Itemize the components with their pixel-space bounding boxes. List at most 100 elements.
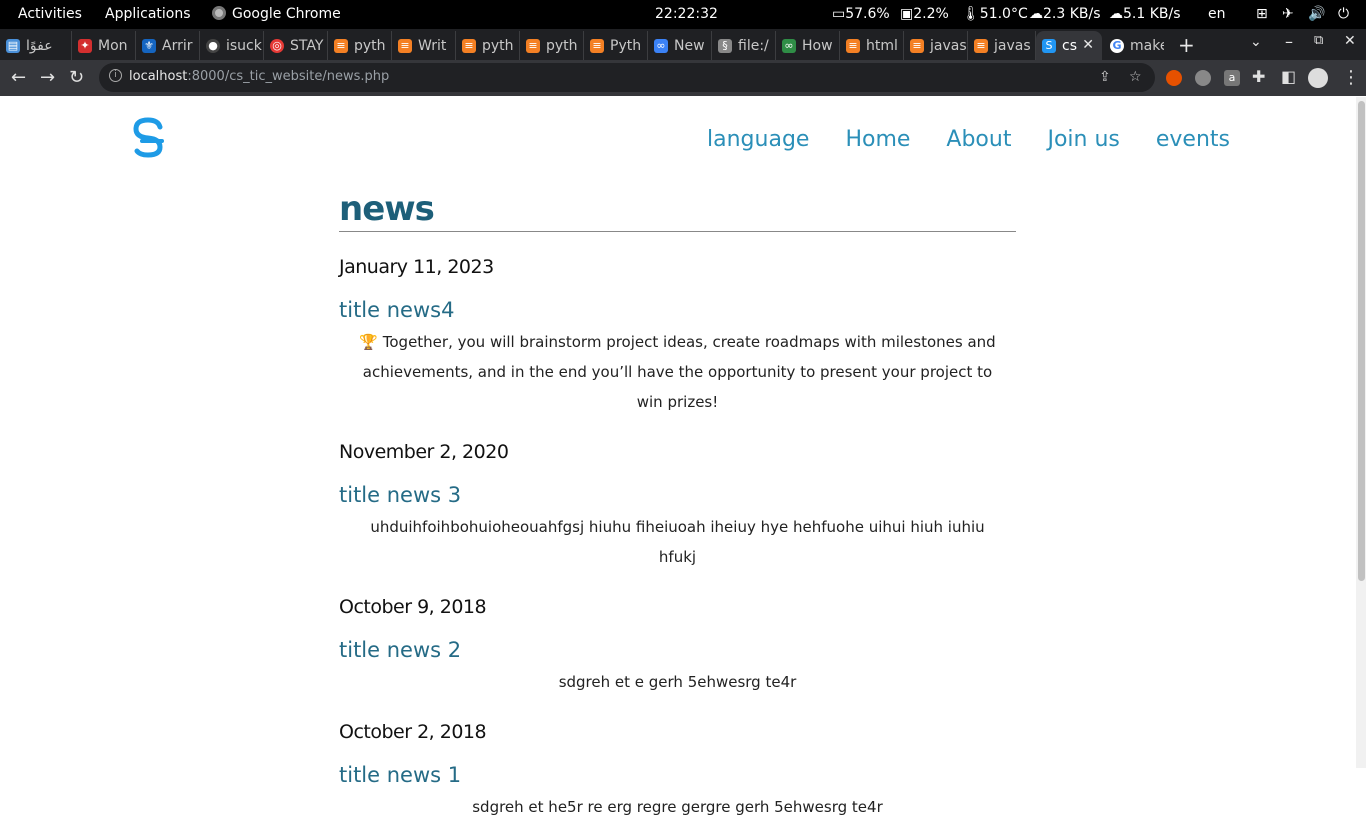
tab-search-icon[interactable]: ⌄	[1250, 34, 1262, 50]
stackoverflow-icon: ≡	[398, 38, 412, 53]
bookmark-star-icon[interactable]: ☆	[1129, 69, 1142, 85]
web-page: language Home About Join us events news …	[0, 97, 1356, 816]
close-tab-icon[interactable]: ✕	[1082, 37, 1094, 53]
extensions-puzzle-icon[interactable]: ✚	[1252, 67, 1265, 86]
title-divider	[339, 231, 1016, 232]
nav-events[interactable]: events	[1156, 127, 1230, 152]
browser-tab[interactable]: ▤ عفوًا	[0, 31, 72, 60]
nav-about[interactable]: About	[946, 127, 1011, 152]
browser-tab[interactable]: ≡ pyth	[328, 31, 392, 60]
url-text[interactable]: localhost:8000/cs_tic_website/news.php	[129, 69, 389, 84]
news-item: October 9, 2018 title news 2 sdgreh et e…	[339, 594, 1016, 697]
network-icon[interactable]: ⊞	[1256, 6, 1268, 22]
profile-avatar[interactable]	[1308, 68, 1328, 88]
news-body: uhduihfoihbohuioheouahfgsj hiuhu fiheiuo…	[370, 518, 985, 566]
forward-icon[interactable]: →	[40, 67, 55, 88]
fleur-de-lis-icon: ⚜	[142, 38, 156, 53]
page-title: news	[339, 189, 435, 229]
chrome-icon	[212, 6, 226, 20]
github-icon: ●	[206, 38, 220, 53]
news-item: November 2, 2020 title news 3 uhduihfoih…	[339, 439, 1016, 572]
site-logo-icon: S	[1042, 38, 1056, 53]
temperature-status: 🌡51.0°C	[962, 6, 1028, 22]
keyboard-layout[interactable]: en	[1208, 6, 1226, 22]
site-info-icon[interactable]: i	[109, 69, 122, 82]
news-title: title news 1	[339, 763, 462, 787]
battery-status: ▭57.6%	[832, 6, 890, 22]
browser-tab[interactable]: ≡ pyth	[520, 31, 584, 60]
nav-home[interactable]: Home	[845, 127, 910, 152]
stackoverflow-icon: ≡	[526, 38, 540, 53]
clock[interactable]: 22:22:32	[655, 6, 718, 22]
browser-tab-active[interactable]: Scs ✕	[1036, 31, 1102, 60]
geeks-icon: ∞	[782, 38, 796, 53]
back-icon[interactable]: ←	[11, 67, 26, 88]
applications-menu[interactable]: Applications	[105, 6, 191, 22]
browser-tab[interactable]: ● isuck	[200, 31, 264, 60]
side-panel-icon[interactable]: ◧	[1281, 67, 1296, 86]
target-icon: ◎	[270, 38, 284, 53]
news-content: news January 11, 2023 title news4 🏆 Toge…	[339, 189, 1016, 822]
nav-join-us[interactable]: Join us	[1047, 127, 1119, 152]
volume-icon[interactable]: 🔊	[1308, 6, 1325, 22]
site-logo-icon[interactable]	[128, 117, 170, 159]
news-body: sdgreh et he5r re erg regre gergre gerh …	[472, 798, 883, 816]
browser-tab[interactable]: ∞ New	[648, 31, 712, 60]
news-body: sdgreh et e gerh 5ehwesrg te4r	[558, 673, 797, 691]
power-icon[interactable]: ⏻	[1338, 6, 1349, 22]
app-menu[interactable]: Google Chrome	[212, 6, 341, 22]
browser-tab[interactable]: § file:/	[712, 31, 776, 60]
news-item: January 11, 2023 title news4 🏆 Together,…	[339, 254, 1016, 417]
page-icon: ▤	[6, 38, 20, 53]
browser-tab[interactable]: ◎ STAY	[264, 31, 328, 60]
extension-shield-icon[interactable]	[1195, 70, 1211, 86]
tab-strip: ▤ عفوًا ✦ Mon ⚜ Arrir ● isuck ◎ STAY ≡ pyth ≡ W…	[0, 29, 1366, 60]
share-icon[interactable]: ⇪	[1099, 69, 1111, 85]
browser-tab[interactable]: ≡ javas	[904, 31, 968, 60]
cpu-icon: ▣	[900, 6, 914, 22]
stackoverflow-icon: ≡	[334, 38, 348, 53]
stackoverflow-icon: ≡	[590, 38, 604, 53]
browser-tab[interactable]: ≡ Pyth	[584, 31, 648, 60]
thermometer-icon: 🌡	[962, 6, 980, 22]
reload-icon[interactable]: ↻	[69, 67, 84, 88]
stackoverflow-icon: ≡	[462, 38, 476, 53]
more-menu-icon[interactable]: ⋮	[1342, 67, 1360, 88]
browser-tab[interactable]: ≡ pyth	[456, 31, 520, 60]
cloud-download-icon: ☁	[1029, 6, 1043, 22]
extension-fox-icon[interactable]	[1166, 70, 1182, 86]
system-top-bar: Activities Applications Google Chrome 22…	[0, 0, 1366, 29]
browser-tab[interactable]: ∞ How	[776, 31, 840, 60]
extension-a-icon[interactable]: a	[1224, 70, 1240, 86]
minimize-icon[interactable]: –	[1285, 32, 1293, 51]
nav-language[interactable]: language	[707, 127, 809, 152]
browser-tab[interactable]: ✦ Mon	[72, 31, 136, 60]
browser-tab[interactable]: Gmake	[1104, 31, 1164, 60]
site-nav: language Home About Join us events	[707, 127, 1230, 152]
file-icon: §	[718, 38, 732, 53]
address-bar[interactable]: i localhost:8000/cs_tic_website/news.php…	[99, 63, 1155, 92]
airplane-icon[interactable]: ✈	[1282, 6, 1294, 22]
upload-speed: ☁5.1 KB/s	[1109, 6, 1181, 22]
browser-tab[interactable]: ≡ javas	[968, 31, 1036, 60]
activities-button[interactable]: Activities	[18, 6, 82, 22]
news-item: October 2, 2018 title news 1 sdgreh et h…	[339, 719, 1016, 822]
maple-leaf-icon: ✦	[78, 38, 92, 53]
app-name: Google Chrome	[232, 6, 341, 22]
cloud-upload-icon: ☁	[1109, 6, 1123, 22]
news-title: title news 2	[339, 638, 462, 662]
news-date: October 2, 2018	[339, 721, 487, 743]
restore-icon[interactable]: ⧉	[1314, 33, 1323, 48]
browser-tab[interactable]: ≡ Writ	[392, 31, 456, 60]
browser-toolbar: ← → ↻ i localhost:8000/cs_tic_website/ne…	[0, 60, 1366, 96]
browser-tab[interactable]: ≡ html	[840, 31, 904, 60]
stackoverflow-icon: ≡	[974, 38, 988, 53]
close-window-icon[interactable]: ✕	[1344, 33, 1356, 49]
google-icon: G	[1110, 38, 1124, 53]
scrollbar-thumb[interactable]	[1358, 101, 1365, 581]
download-speed: ☁2.3 KB/s	[1029, 6, 1101, 22]
page-scrollbar[interactable]	[1356, 97, 1366, 768]
browser-tab[interactable]: ⚜ Arrir	[136, 31, 200, 60]
stackoverflow-icon: ≡	[910, 38, 924, 53]
new-tab-button[interactable]: +	[1178, 33, 1195, 57]
